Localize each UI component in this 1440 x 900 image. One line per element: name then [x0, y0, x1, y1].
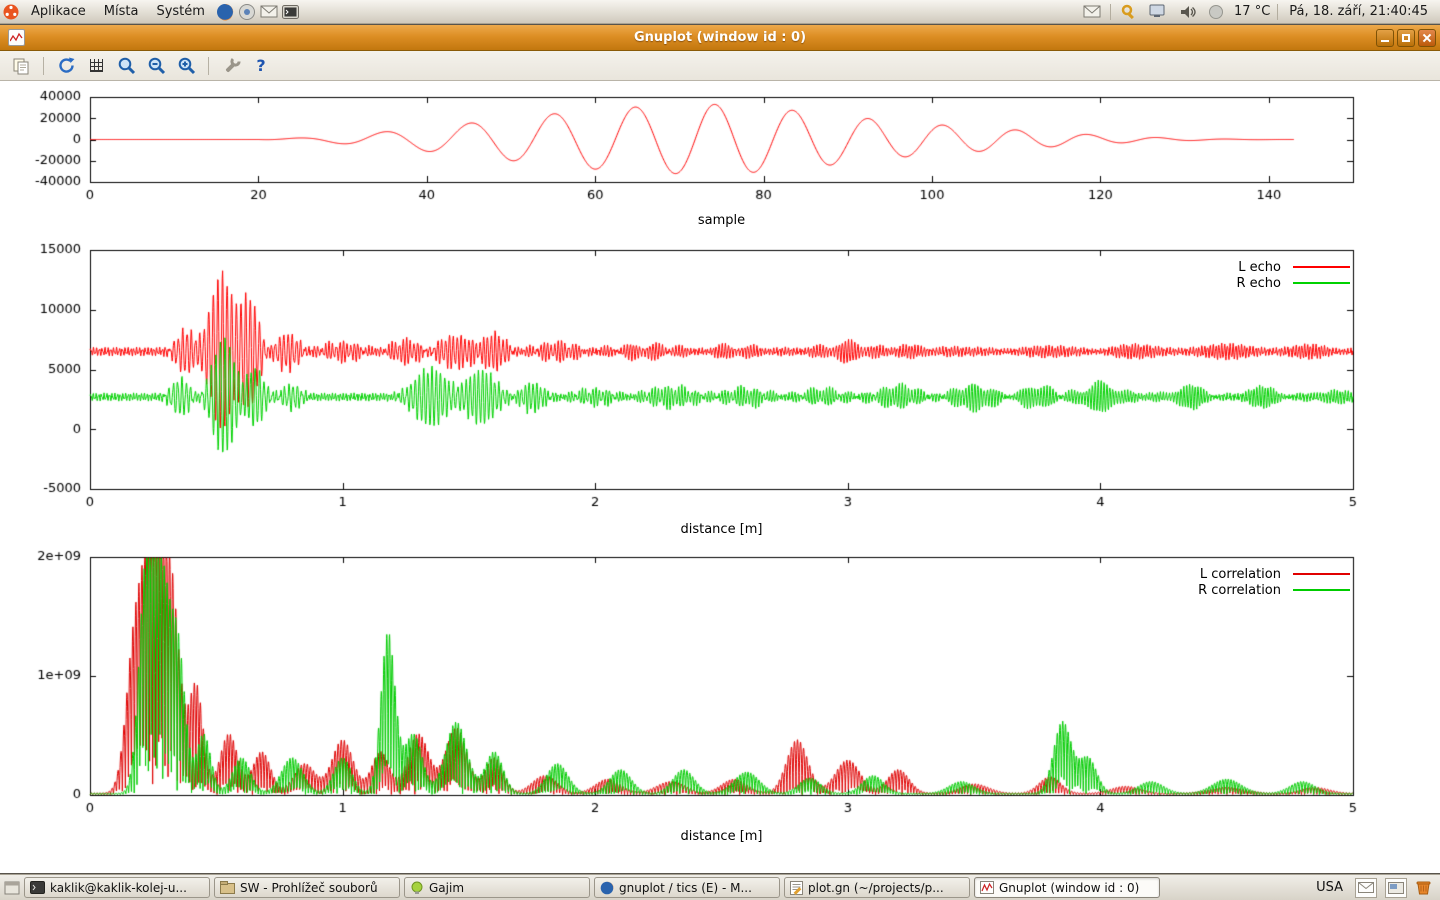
legend-line — [1293, 589, 1350, 591]
toolbar-separator — [208, 57, 209, 75]
settings-wrench-icon[interactable] — [220, 55, 242, 77]
taskbar-button-label: SW - Prohlížeč souborů — [240, 881, 378, 895]
tray-mail-icon[interactable] — [1081, 1, 1103, 23]
legend-line — [1293, 573, 1350, 575]
minimize-button[interactable] — [1376, 29, 1394, 47]
taskbar-button-terminal[interactable]: kaklik@kaklik-kolej-u... — [24, 877, 210, 898]
menu-applications[interactable]: Aplikace — [22, 0, 95, 24]
copy-to-clipboard-icon[interactable] — [10, 55, 32, 77]
maximize-button[interactable] — [1397, 29, 1415, 47]
taskbar-button-label: plot.gn (~/projects/p... — [808, 881, 944, 895]
app-launcher-icon[interactable] — [236, 1, 258, 23]
gajim-icon — [410, 881, 424, 895]
menu-system[interactable]: Systém — [147, 0, 213, 24]
window-controls — [1376, 29, 1436, 47]
mail-tray-icon[interactable] — [1355, 878, 1377, 898]
taskbar-button-text-editor[interactable]: plot.gn (~/projects/p... — [784, 877, 970, 898]
titlebar[interactable]: Gnuplot (window id : 0) — [0, 25, 1440, 51]
taskbar-button-file-manager[interactable]: SW - Prohlížeč souborů — [214, 877, 400, 898]
text-editor-icon — [790, 881, 803, 895]
weather-icon[interactable] — [1205, 1, 1227, 23]
keyring-icon[interactable] — [1118, 1, 1140, 23]
legend-item: R correlation — [1198, 582, 1350, 598]
taskbar-button-label: gnuplot / tics (E) - M... — [619, 881, 752, 895]
toggle-grid-icon[interactable] — [85, 55, 107, 77]
taskbar-button-label: Gajim — [429, 881, 464, 895]
panel-tray: 17 °C Pá, 18. září, 21:40:45 — [1081, 0, 1440, 23]
panel-separator — [1277, 4, 1278, 20]
zoom-in-icon[interactable] — [175, 55, 197, 77]
desktop: Aplikace Místa Systém — [0, 0, 1440, 900]
toolbar-separator — [43, 57, 44, 75]
terminal-icon — [30, 881, 45, 894]
file-manager-icon — [220, 881, 235, 894]
chart3-legend: L correlation R correlation — [1198, 566, 1350, 598]
distro-menu-icon[interactable] — [0, 1, 22, 23]
legend-item: L correlation — [1198, 566, 1350, 582]
zoom-previous-icon[interactable] — [115, 55, 137, 77]
trash-icon[interactable] — [1415, 879, 1432, 896]
taskbar-button-label: kaklik@kaklik-kolej-u... — [50, 881, 187, 895]
gnuplot-window-icon — [8, 29, 25, 46]
legend-label: R echo — [1236, 276, 1281, 291]
legend-item: R echo — [1236, 275, 1350, 291]
zoom-out-icon[interactable] — [145, 55, 167, 77]
gnuplot-toolbar: ? — [0, 51, 1440, 81]
panel-separator — [1110, 4, 1111, 20]
volume-icon[interactable] — [1176, 1, 1198, 23]
keyboard-layout-indicator[interactable]: USA — [1312, 880, 1347, 895]
legend-item: L echo — [1236, 259, 1350, 275]
gnuplot-icon — [980, 881, 994, 894]
taskbar-button-gajim[interactable]: Gajim — [404, 877, 590, 898]
window-list-icon[interactable] — [4, 881, 20, 895]
clock[interactable]: Pá, 18. září, 21:40:45 — [1285, 4, 1432, 19]
plots-canvas[interactable] — [0, 81, 1440, 873]
temperature-readout[interactable]: 17 °C — [1234, 4, 1270, 19]
taskbar-tray: USA — [1312, 878, 1436, 898]
chart3-xlabel: distance [m] — [90, 829, 1353, 844]
taskbar-button-label: Gnuplot (window id : 0) — [999, 881, 1139, 895]
bottom-taskbar: kaklik@kaklik-kolej-u... SW - Prohlížeč … — [0, 874, 1440, 900]
gnome-top-panel: Aplikace Místa Systém — [0, 0, 1440, 24]
menu-places[interactable]: Místa — [95, 0, 148, 24]
taskbar-button-firefox[interactable]: gnuplot / tics (E) - M... — [594, 877, 780, 898]
panel-left: Aplikace Místa Systém — [0, 0, 302, 23]
legend-line — [1293, 266, 1350, 268]
legend-label: L echo — [1238, 260, 1281, 275]
firefox-icon — [600, 881, 614, 895]
legend-label: R correlation — [1198, 583, 1281, 598]
close-button[interactable] — [1418, 29, 1436, 47]
taskbar-button-gnuplot[interactable]: Gnuplot (window id : 0) — [974, 877, 1160, 898]
terminal-launcher-icon[interactable] — [280, 1, 302, 23]
mail-launcher-icon[interactable] — [258, 1, 280, 23]
replot-icon[interactable] — [55, 55, 77, 77]
legend-label: L correlation — [1200, 567, 1281, 582]
plot-area: sample distance [m] distance [m] L echo … — [0, 81, 1440, 873]
chart2-xlabel: distance [m] — [90, 522, 1353, 537]
help-icon[interactable]: ? — [250, 55, 272, 77]
firefox-launcher-icon[interactable] — [214, 1, 236, 23]
chart1-xlabel: sample — [90, 213, 1353, 228]
display-icon[interactable] — [1147, 1, 1169, 23]
workspace-tray-icon[interactable] — [1385, 878, 1407, 898]
gnuplot-window: Gnuplot (window id : 0) — [0, 25, 1440, 873]
window-title: Gnuplot (window id : 0) — [0, 30, 1440, 45]
chart2-legend: L echo R echo — [1236, 259, 1350, 291]
legend-line — [1293, 282, 1350, 284]
